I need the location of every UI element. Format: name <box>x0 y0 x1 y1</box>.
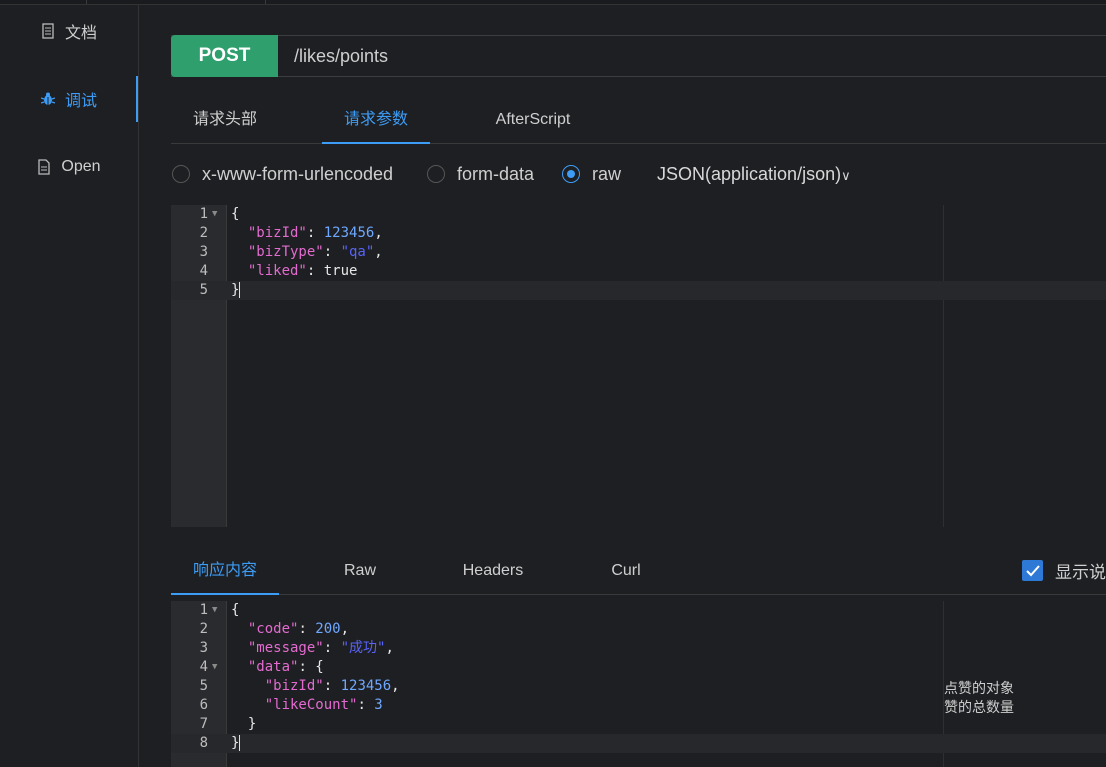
sidebar-item-label: 调试 <box>64 93 97 110</box>
code-line: 3 "bizType": "qa", <box>199 244 383 260</box>
request-body-editor[interactable]: 1 ▼ { 2 "bizId": 123456, 3 "bizType": "qa… <box>171 205 1106 527</box>
code-line: 1 ▼ { <box>199 205 240 224</box>
radio-circle <box>562 165 580 183</box>
code-line: 7 } <box>199 716 257 732</box>
tab-request-headers[interactable]: 请求头部 <box>171 97 279 143</box>
code-line: 8 } <box>171 734 1106 753</box>
text-cursor <box>239 282 241 298</box>
sidebar-item-docs[interactable]: 文档 <box>0 8 138 54</box>
tab-response-content[interactable]: 响应内容 <box>171 548 279 595</box>
bug-icon <box>40 91 56 107</box>
top-strip <box>0 0 1106 5</box>
fold-arrow-icon[interactable]: ▼ <box>212 601 217 620</box>
tab-curl[interactable]: Curl <box>591 548 661 594</box>
code-line: 3 "message": "成功", <box>199 640 394 656</box>
show-description-checkbox[interactable]: 显示说 <box>1022 558 1106 583</box>
sidebar-item-label: 文档 <box>64 25 97 42</box>
document-icon <box>41 23 55 39</box>
url-bar: POST /likes/points <box>171 35 1106 77</box>
radio-label: form-data <box>457 163 535 184</box>
code-line: 5 } <box>171 281 1106 300</box>
radio-label: raw <box>592 163 622 184</box>
request-tabs: 请求头部 请求参数 AfterScript <box>171 97 1106 144</box>
sidebar: 文档 调试 Open <box>0 5 139 767</box>
url-input[interactable]: /likes/points <box>294 36 388 76</box>
checkbox-label: 显示说 <box>1055 563 1106 582</box>
checkmark-icon <box>1022 560 1043 581</box>
radio-label: x-www-form-urlencoded <box>202 163 394 184</box>
radio-circle <box>427 165 445 183</box>
radio-form-data[interactable]: form-data <box>427 162 534 186</box>
content-type-value: JSON(application/json) <box>657 164 842 184</box>
tab-request-params[interactable]: 请求参数 <box>322 97 430 144</box>
code-line: 1 ▼ { <box>199 601 240 620</box>
top-tab-segment[interactable] <box>87 0 266 4</box>
fold-arrow-icon[interactable]: ▼ <box>212 658 217 677</box>
content-type-select[interactable]: JSON(application/json)∨ <box>657 162 851 186</box>
sidebar-item-debug[interactable]: 调试 <box>0 76 138 122</box>
text-cursor <box>239 735 241 751</box>
tab-raw[interactable]: Raw <box>321 548 399 594</box>
top-tab-segment[interactable] <box>0 0 87 4</box>
response-tabs: 响应内容 Raw Headers Curl <box>171 548 1106 595</box>
annotation-bizid: 点赞的对象 <box>944 680 1014 696</box>
sidebar-item-open[interactable]: Open <box>0 144 138 190</box>
method-button[interactable]: POST <box>171 35 278 77</box>
radio-raw[interactable]: raw <box>562 162 621 186</box>
tab-afterscript[interactable]: AfterScript <box>483 97 583 143</box>
annotation-likecount: 赞的总数量 <box>944 699 1014 715</box>
fold-arrow-icon[interactable]: ▼ <box>212 205 217 224</box>
radio-urlencoded[interactable]: x-www-form-urlencoded <box>172 162 393 186</box>
tab-headers[interactable]: Headers <box>446 548 540 594</box>
sidebar-item-label: Open <box>61 158 101 175</box>
code-line: 4 "liked": true <box>199 263 358 279</box>
file-icon <box>37 159 51 175</box>
code-line: 2 "code": 200, <box>199 621 350 637</box>
radio-circle <box>172 165 190 183</box>
chevron-down-icon: ∨ <box>841 168 851 183</box>
code-line: 4 ▼ "data": { <box>199 658 324 677</box>
code-line: 2 "bizId": 123456, <box>199 225 383 241</box>
